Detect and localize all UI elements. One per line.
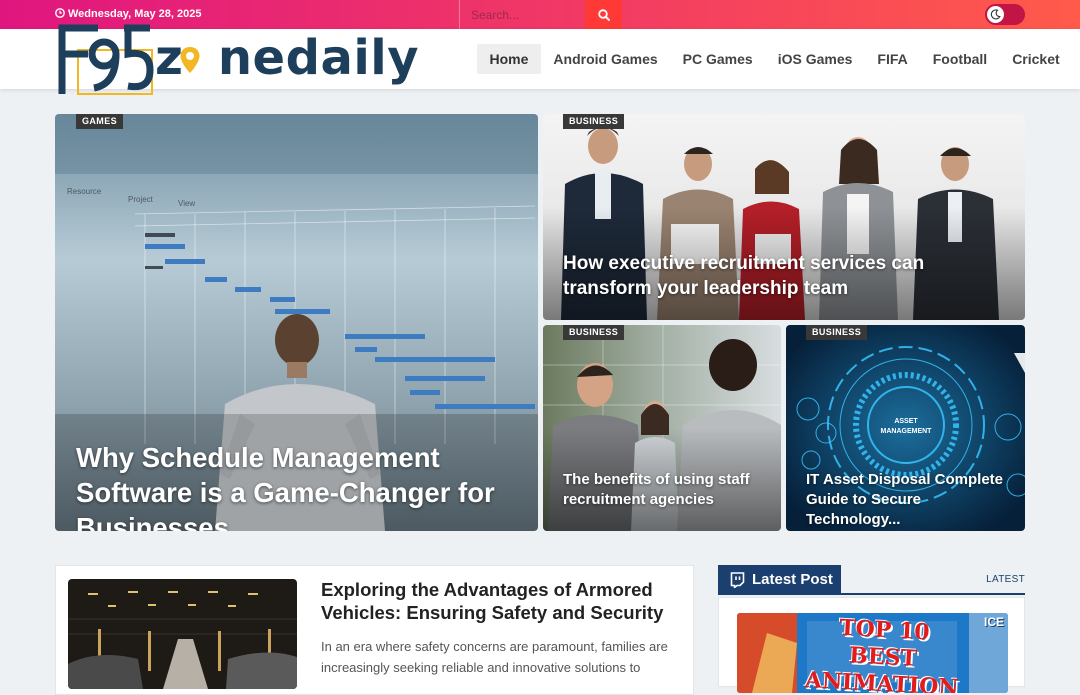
date-text: Wednesday, May 28, 2025 [68, 8, 202, 20]
thumb-text: TOP 10 BEST ANIMATION [804, 614, 960, 693]
search-form [459, 0, 622, 29]
svg-text:Resource: Resource [67, 187, 102, 196]
search-input[interactable] [460, 0, 585, 29]
latest-post-widget-body: TOP 10 BEST ANIMATION ICE [718, 597, 1025, 693]
category-tag[interactable]: BUSINESS [806, 325, 868, 340]
nav-fifa[interactable]: FIFA [865, 44, 920, 74]
nav-ios-games[interactable]: iOS Games [765, 44, 865, 74]
site-logo[interactable]: z nedaily [58, 24, 419, 96]
featured-bottom-right-card[interactable]: ASSET MANAGEMENT BUSINESS IT Asset Dispo… [786, 325, 1025, 531]
category-tag[interactable]: GAMES [76, 114, 124, 129]
svg-text:ASSET: ASSET [894, 418, 918, 425]
post-title[interactable]: Exploring the Advantages of Armored Vehi… [321, 578, 681, 624]
category-tag[interactable]: BUSINESS [563, 325, 625, 340]
logo-mark [58, 24, 154, 95]
clock-icon [55, 8, 65, 18]
featured-top-right-title[interactable]: How executive recruitment services can t… [563, 251, 1003, 301]
post-thumbnail[interactable] [68, 579, 297, 689]
moon-icon [990, 9, 1001, 20]
featured-bottom-right-title[interactable]: IT Asset Disposal Complete Guide to Secu… [806, 470, 1016, 530]
twitch-icon [730, 572, 745, 588]
featured-main-title[interactable]: Why Schedule Management Software is a Ga… [76, 440, 526, 531]
widget-title: Latest Post [752, 571, 833, 588]
featured-top-right-card[interactable]: BUSINESS How executive recruitment servi… [543, 114, 1025, 320]
dark-mode-toggle[interactable] [985, 4, 1025, 25]
featured-bottom-left-title[interactable]: The benefits of using staff recruitment … [563, 470, 763, 510]
latest-post-widget-header: Latest Post LATEST [718, 565, 1025, 595]
toggle-knob [987, 6, 1004, 23]
widget-latest-link[interactable]: LATEST [986, 574, 1025, 585]
location-pin-icon [180, 47, 200, 73]
search-button[interactable] [585, 0, 622, 29]
featured-bottom-left-card[interactable]: BUSINESS The benefits of using staff rec… [543, 325, 781, 531]
armored-vehicles-image [68, 579, 297, 689]
nav-cricket[interactable]: Cricket [1000, 44, 1072, 74]
main-nav: Home Android Games PC Games iOS Games FI… [477, 44, 1072, 74]
search-icon [597, 8, 610, 21]
post-excerpt: In an era where safety concerns are para… [321, 639, 668, 675]
thumb-corner-text: ICE [983, 615, 1004, 629]
nav-pc-games[interactable]: PC Games [670, 44, 765, 74]
nav-home[interactable]: Home [477, 44, 541, 74]
svg-text:MANAGEMENT: MANAGEMENT [881, 428, 933, 435]
widget-title-tab: Latest Post [718, 565, 841, 595]
latest-post-thumbnail[interactable]: TOP 10 BEST ANIMATION ICE [737, 613, 1008, 693]
featured-main-card[interactable]: Resource Project View GAMES Why Schedule M… [55, 114, 538, 531]
nav-android-games[interactable]: Android Games [541, 44, 670, 74]
nav-football[interactable]: Football [920, 44, 999, 74]
post-card: Exploring the Advantages of Armored Vehi… [55, 565, 694, 695]
svg-text:Project: Project [128, 195, 154, 204]
svg-text:View: View [178, 199, 195, 208]
category-tag[interactable]: BUSINESS [563, 114, 625, 129]
